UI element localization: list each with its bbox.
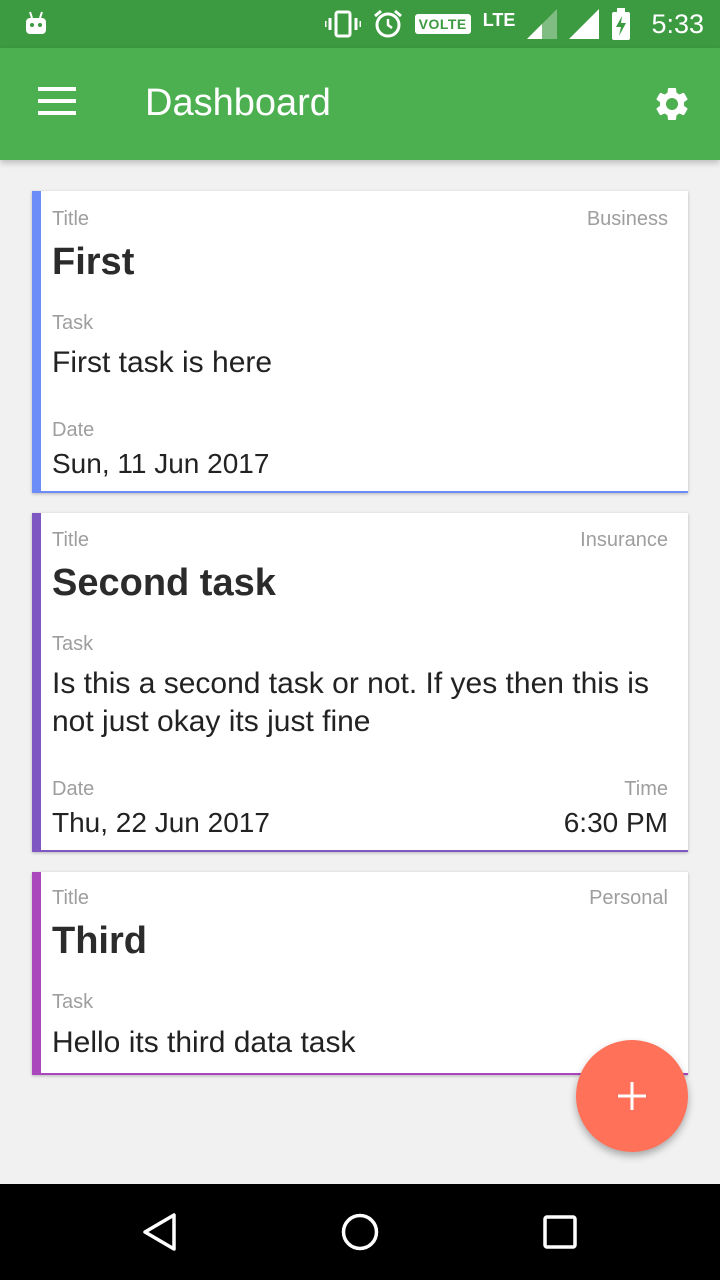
task-label: Task bbox=[52, 312, 94, 334]
card-title: First bbox=[52, 241, 135, 283]
volte-badge: VOLTE bbox=[414, 14, 471, 34]
title-label: Title bbox=[52, 529, 90, 551]
card-title: Third bbox=[52, 920, 147, 962]
task-text: First task is here bbox=[52, 346, 273, 379]
signal-full-icon bbox=[569, 9, 600, 39]
signal-weak-icon bbox=[527, 9, 558, 39]
lte-label: LTE bbox=[482, 10, 516, 30]
vibrate-icon bbox=[324, 10, 361, 38]
task-card[interactable]: Title Insurance Second task Task Is this… bbox=[32, 513, 688, 852]
home-circle-icon bbox=[341, 1213, 379, 1251]
back-triangle-icon bbox=[143, 1213, 176, 1251]
title-label: Title bbox=[52, 208, 90, 230]
add-task-fab[interactable] bbox=[576, 1040, 688, 1152]
recents-button[interactable] bbox=[530, 1202, 590, 1262]
status-clock: 5:33 bbox=[651, 8, 704, 39]
status-bar: VOLTE LTE 5:33 bbox=[0, 0, 720, 48]
plus-icon bbox=[618, 1082, 646, 1110]
date-value: Thu, 22 Jun 2017 bbox=[52, 807, 270, 838]
card-title: Second task bbox=[52, 562, 276, 604]
alarm-icon bbox=[373, 9, 402, 38]
task-text: Hello its third data task bbox=[52, 1026, 356, 1059]
app-bar: Dashboard bbox=[0, 48, 720, 160]
card-bottom-accent bbox=[41, 850, 688, 852]
category-label: Business bbox=[586, 208, 668, 230]
date-label: Date bbox=[52, 419, 95, 441]
back-button[interactable] bbox=[130, 1202, 190, 1262]
time-label: Time bbox=[624, 778, 668, 800]
title-label: Title bbox=[52, 887, 90, 909]
task-card[interactable]: Title Personal Third Task Hello its thir… bbox=[32, 872, 688, 1075]
hamburger-menu-icon[interactable] bbox=[38, 87, 76, 119]
battery-charging-icon bbox=[612, 8, 631, 40]
home-button[interactable] bbox=[330, 1202, 390, 1262]
task-text: Is this a second task or not. If yes the… bbox=[52, 667, 649, 738]
date-value: Sun, 11 Jun 2017 bbox=[52, 448, 270, 479]
task-card[interactable]: Title Business First Task First task is … bbox=[32, 191, 688, 493]
android-notification-icon bbox=[26, 11, 46, 34]
page-title: Dashboard bbox=[145, 82, 331, 124]
recents-square-icon bbox=[543, 1215, 577, 1249]
category-label: Personal bbox=[589, 887, 668, 909]
task-label: Task bbox=[52, 633, 94, 655]
date-label: Date bbox=[52, 778, 95, 800]
gear-icon[interactable] bbox=[652, 84, 692, 124]
task-label: Task bbox=[52, 991, 94, 1013]
card-bottom-accent bbox=[41, 491, 688, 493]
system-navigation-bar bbox=[0, 1184, 720, 1280]
time-value: 6:30 PM bbox=[563, 807, 668, 838]
category-label: Insurance bbox=[580, 529, 668, 551]
